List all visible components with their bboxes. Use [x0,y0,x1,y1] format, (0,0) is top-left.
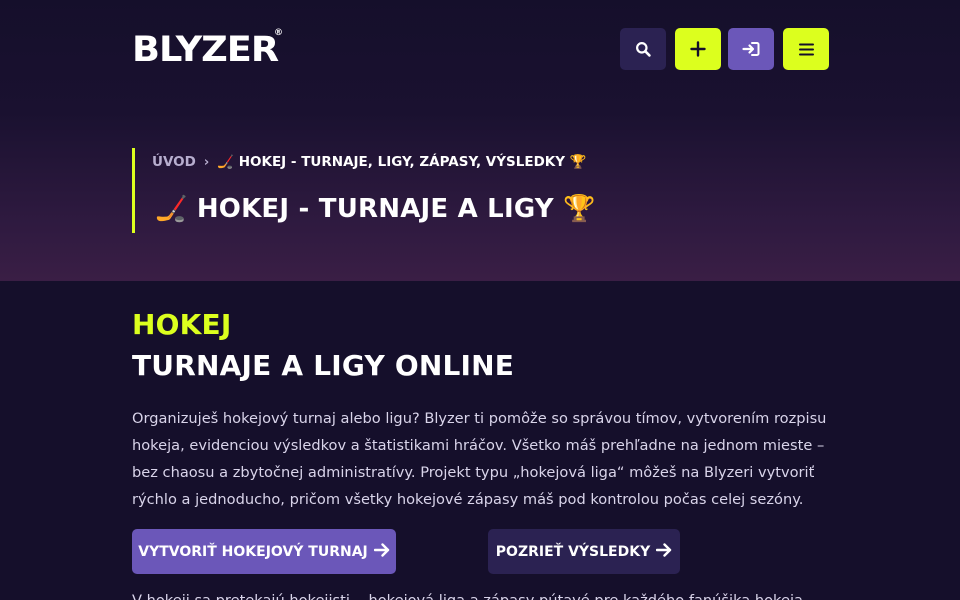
search-button[interactable] [620,28,666,70]
blyzer-logo[interactable]: BLYZER [132,32,279,68]
section-title: TURNAJE A LIGY ONLINE [132,349,515,382]
search-icon [635,41,652,58]
create-tournament-label: VYTVORIŤ HOKEJOVÝ TURNAJ [138,543,368,560]
view-results-button[interactable]: POZRIEŤ VÝSLEDKY [488,529,680,574]
login-button[interactable] [728,28,774,70]
create-tournament-button[interactable]: VYTVORIŤ HOKEJOVÝ TURNAJ [132,529,396,574]
page-title: 🏒 HOKEJ - TURNAJE A LIGY 🏆 [155,194,596,224]
breadcrumb: ÚVOD › 🏒 HOKEJ - TURNAJE, LIGY, ZÁPASY, … [152,154,587,170]
add-button[interactable] [675,28,721,70]
section-kicker: HOKEJ [132,308,232,341]
view-results-label: POZRIEŤ VÝSLEDKY [495,543,651,560]
arrow-right-icon [373,542,390,561]
next-paragraph-partial: V hokeji sa pretekajú hokejisti... hokej… [132,592,828,600]
page-heading-block: ÚVOD › 🏒 HOKEJ - TURNAJE, LIGY, ZÁPASY, … [132,148,832,233]
breadcrumb-separator: › [203,154,210,170]
arrow-right-icon [656,542,672,561]
plus-icon [690,41,706,57]
login-icon [742,41,760,57]
breadcrumb-current: 🏒 HOKEJ - TURNAJE, LIGY, ZÁPASY, VÝSLEDK… [217,154,587,170]
registered-mark: ® [274,28,283,38]
breadcrumb-home-link[interactable]: ÚVOD [152,154,196,170]
menu-button[interactable] [783,28,829,70]
intro-paragraph: Organizuješ hokejový turnaj alebo ligu? … [132,410,827,508]
site-header: BLYZER ® [132,28,829,70]
hamburger-menu-icon [798,43,814,56]
